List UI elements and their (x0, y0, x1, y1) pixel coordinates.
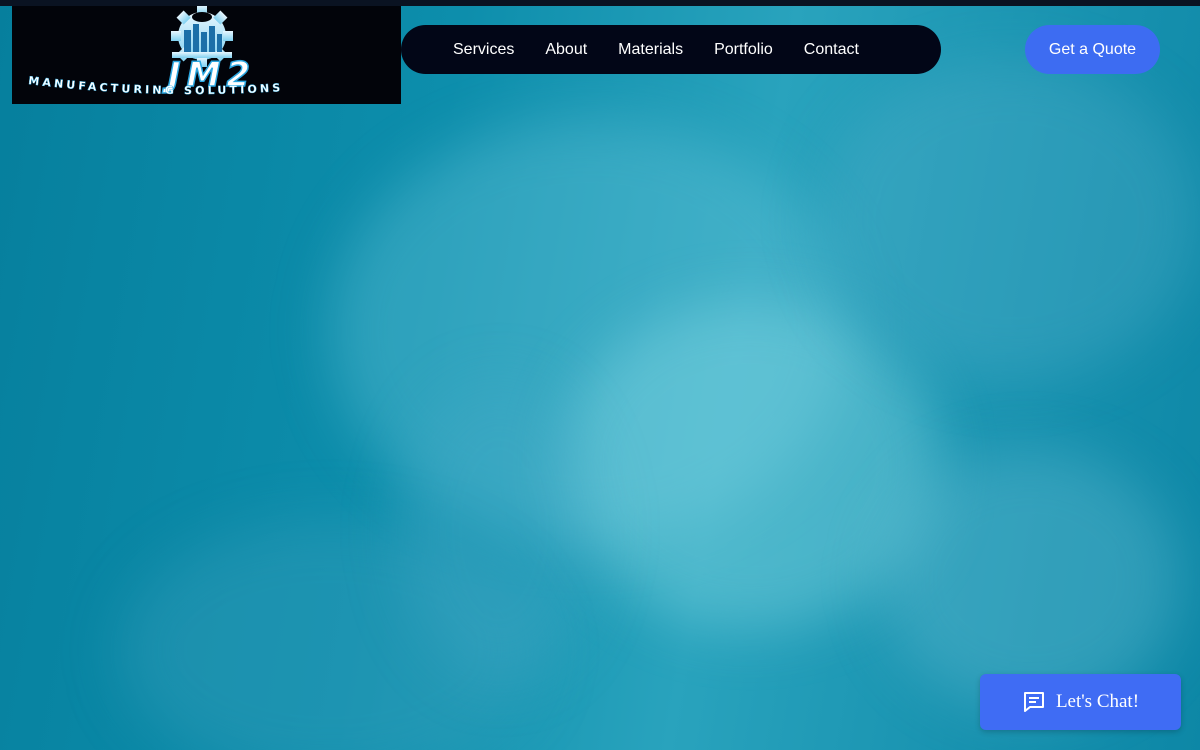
site-logo[interactable]: JM2 MANUFACTURING SOLUTIONS (12, 6, 401, 104)
nav-contact-link[interactable]: Contact (804, 41, 859, 59)
nav-services-link[interactable]: Services (453, 41, 514, 59)
chat-label: Let's Chat! (1055, 691, 1140, 712)
nav-materials-link[interactable]: Materials (618, 41, 683, 59)
get-a-quote-button[interactable]: Get a Quote (1025, 25, 1160, 74)
main-navigation: Services About Materials Portfolio Conta… (401, 25, 941, 74)
chat-icon (1023, 692, 1044, 712)
hero-background (0, 0, 1200, 750)
nav-about-link[interactable]: About (545, 41, 587, 59)
gear-city-logo-icon: JM2 MANUFACTURING SOLUTIONS (27, 6, 281, 97)
nav-portfolio-link[interactable]: Portfolio (714, 41, 773, 59)
lets-chat-button[interactable]: Let's Chat! (980, 674, 1181, 730)
